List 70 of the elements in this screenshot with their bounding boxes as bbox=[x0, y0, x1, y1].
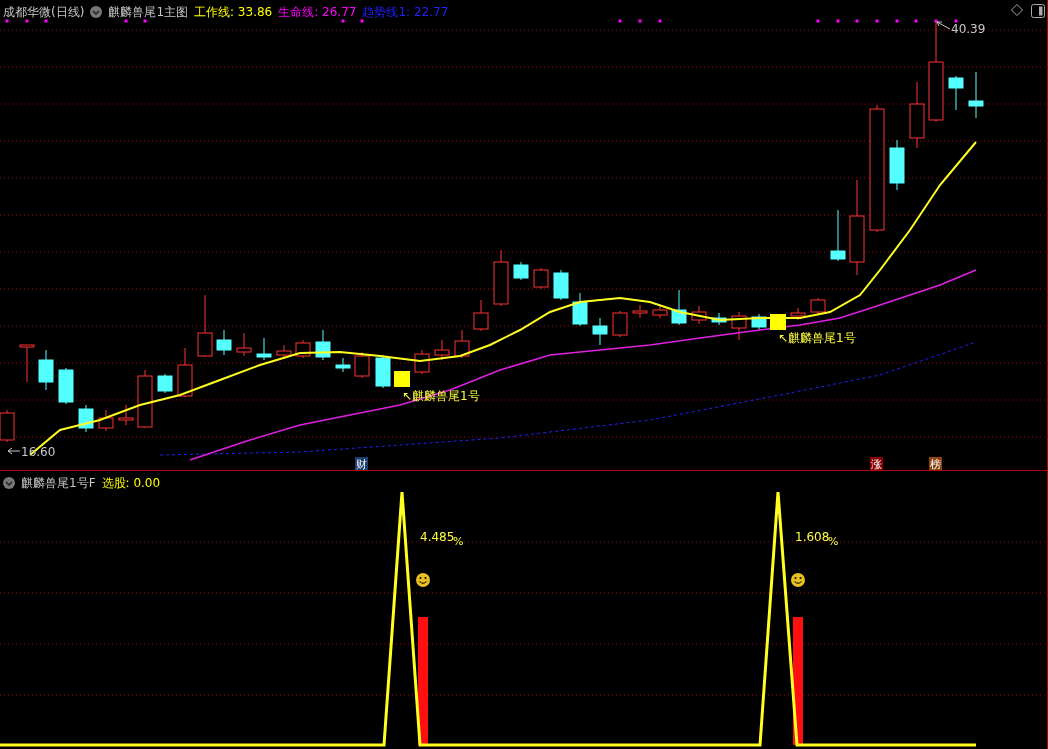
candlestick bbox=[118, 404, 134, 426]
candlestick bbox=[256, 337, 272, 361]
candlestick bbox=[177, 347, 193, 398]
arrow-icon bbox=[7, 447, 21, 455]
candlestick bbox=[216, 329, 232, 356]
candlestick bbox=[473, 299, 489, 332]
candlestick bbox=[711, 312, 727, 326]
candlestick bbox=[78, 404, 94, 433]
smiley-icon bbox=[791, 573, 805, 587]
candlestick bbox=[454, 329, 470, 359]
signal-marker bbox=[394, 371, 410, 387]
signal-marker bbox=[770, 314, 786, 330]
candlestick bbox=[434, 339, 450, 361]
candlestick bbox=[197, 294, 213, 358]
candlestick bbox=[295, 339, 311, 359]
candlestick bbox=[592, 317, 608, 346]
candlestick bbox=[612, 310, 628, 338]
badge-label: 财 bbox=[356, 458, 367, 470]
panel-toggle-icon[interactable] bbox=[1031, 4, 1045, 18]
percent-sign: % bbox=[828, 535, 839, 548]
stock-title: 成都华微(日线) bbox=[3, 3, 85, 21]
candlestick bbox=[671, 289, 687, 326]
percent-sign: % bbox=[453, 535, 464, 548]
price-label: 40.39 bbox=[951, 22, 986, 36]
candlestick bbox=[276, 344, 292, 359]
candlestick bbox=[948, 75, 964, 111]
chevron-down-icon[interactable] bbox=[3, 477, 15, 489]
percent-value: 1.608 bbox=[795, 530, 830, 544]
candlestick bbox=[691, 305, 707, 325]
candlestick bbox=[58, 367, 74, 405]
candlestick bbox=[354, 351, 370, 379]
percent-value: 4.485 bbox=[420, 530, 455, 544]
candlestick bbox=[236, 332, 252, 357]
indicator-value: 选股: 0.00 bbox=[101, 474, 161, 492]
candlestick bbox=[731, 311, 747, 341]
smiley-icon bbox=[416, 573, 430, 587]
candlestick bbox=[751, 313, 767, 331]
candlestick bbox=[652, 305, 668, 319]
candlestick bbox=[553, 269, 569, 301]
candlestick bbox=[533, 267, 549, 290]
candlestick bbox=[137, 369, 153, 429]
diamond-icon[interactable] bbox=[1011, 4, 1023, 16]
candlestick bbox=[335, 357, 351, 373]
indicator-value: 工作线: 33.86 bbox=[194, 3, 273, 21]
candlestick bbox=[572, 292, 588, 327]
candlestick bbox=[315, 329, 331, 361]
candlestick bbox=[909, 81, 925, 149]
candlestick bbox=[513, 261, 529, 281]
indicator-title: 麒麟兽尾1号F bbox=[21, 474, 96, 492]
candlestick bbox=[19, 344, 35, 383]
candlestick bbox=[98, 409, 114, 432]
indicator-title: 麒麟兽尾1主图 bbox=[108, 3, 188, 21]
candlestick bbox=[810, 297, 826, 315]
candlestick bbox=[830, 209, 846, 262]
badge-label: 榜 bbox=[930, 458, 941, 470]
candlestick bbox=[968, 71, 984, 119]
candlestick bbox=[632, 304, 648, 319]
badge-label: 涨 bbox=[871, 458, 882, 470]
indicator-value: 趋势线1: 22.77 bbox=[362, 3, 449, 21]
signal-label: ↖麒麟兽尾1号 bbox=[778, 331, 856, 345]
candlestick bbox=[38, 349, 54, 391]
indicator-value: 生命线: 26.77 bbox=[278, 3, 357, 21]
chevron-down-icon[interactable] bbox=[90, 6, 103, 18]
candlestick bbox=[414, 349, 430, 375]
candlestick bbox=[157, 373, 173, 394]
candlestick bbox=[790, 307, 806, 321]
candlestick bbox=[889, 139, 905, 191]
candlestick bbox=[493, 249, 509, 307]
candlestick bbox=[375, 354, 391, 389]
arrow-icon bbox=[936, 21, 951, 30]
